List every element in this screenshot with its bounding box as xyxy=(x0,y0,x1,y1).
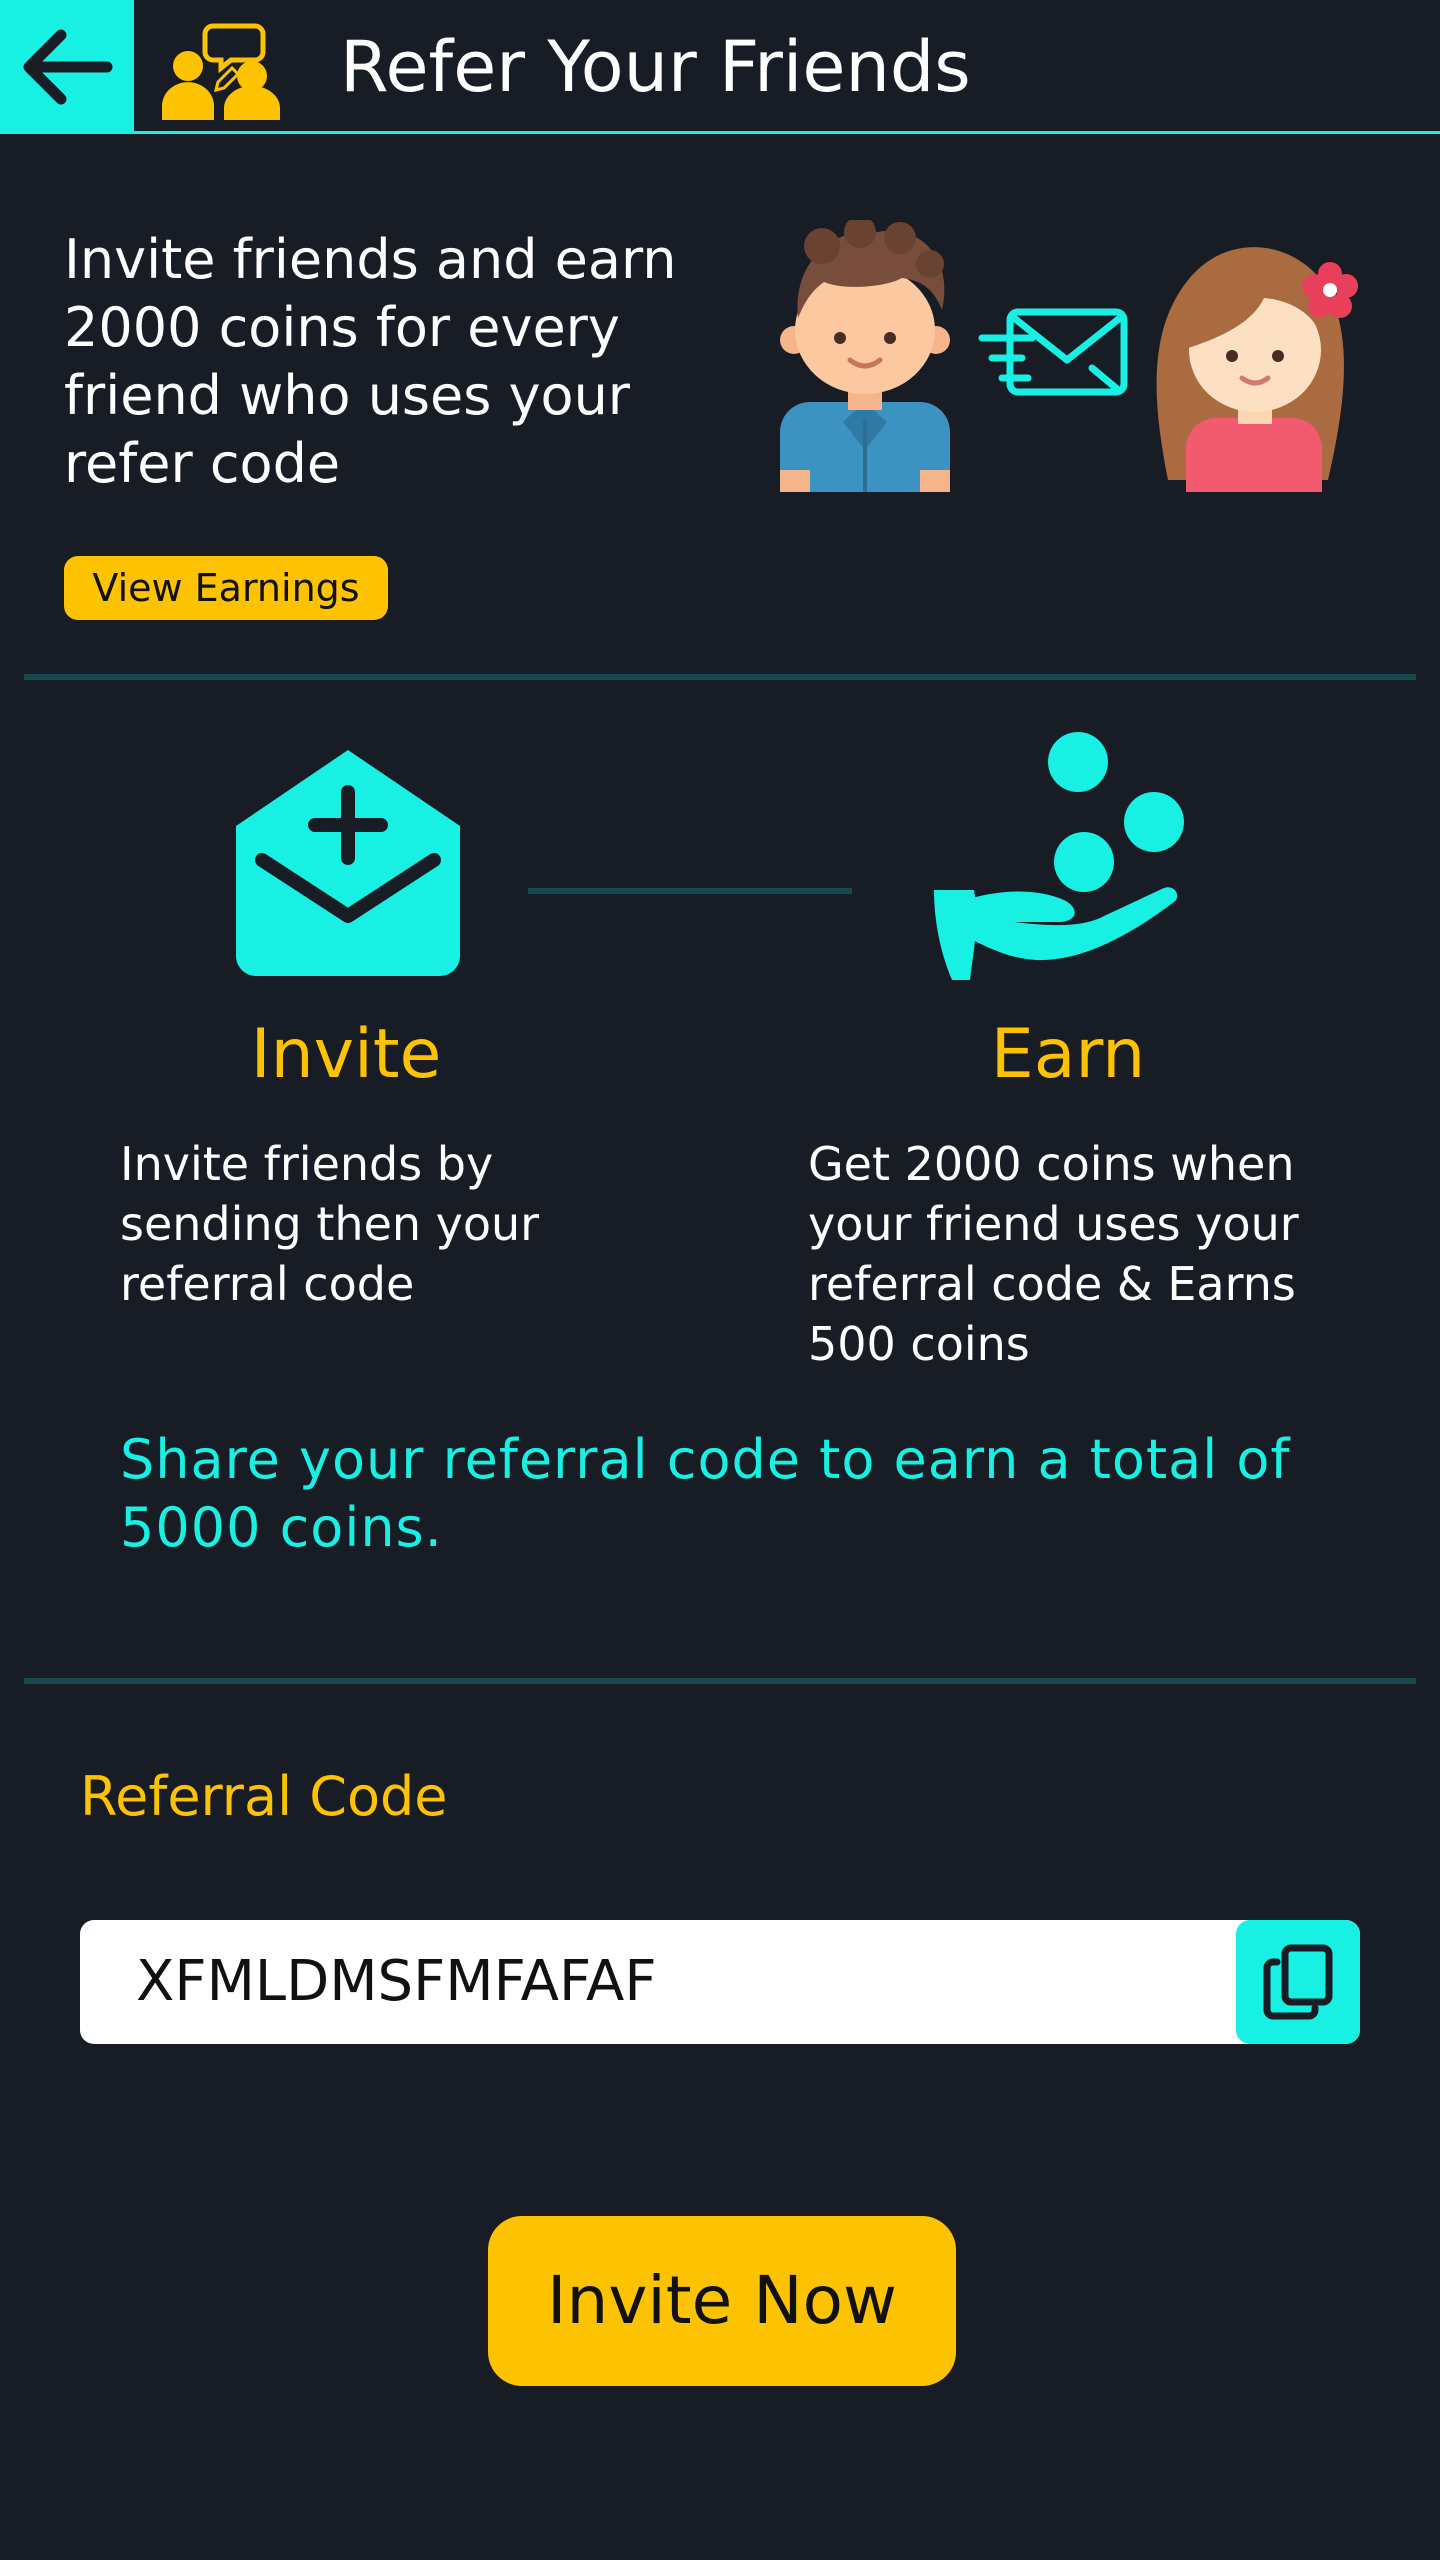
earn-step-description: Get 2000 coins when your friend uses you… xyxy=(808,1137,1299,1371)
friends-sharing-message-illustration xyxy=(780,220,1358,492)
invite-step-title: Invite xyxy=(250,1015,442,1094)
page-title: Refer Your Friends xyxy=(340,26,971,108)
section-divider xyxy=(24,1678,1416,1684)
intro-text: Invite friends and earn 2000 coins for e… xyxy=(64,228,677,495)
invite-now-button[interactable]: Invite Now xyxy=(488,2216,956,2386)
boy-illustration xyxy=(780,220,950,492)
referral-code-value[interactable]: XFMLDMSFMFAFAF xyxy=(136,1920,657,2044)
top-app-bar: Refer Your Friends xyxy=(0,0,1440,134)
message-envelope-illustration xyxy=(978,308,1128,396)
envelope-plus-icon xyxy=(236,750,460,976)
invite-step-description: Invite friends by sending then your refe… xyxy=(120,1137,540,1311)
refer-friends-icon xyxy=(162,23,280,120)
copy-code-button[interactable] xyxy=(1236,1920,1360,2044)
view-earnings-button[interactable]: View Earnings xyxy=(64,556,388,620)
girl-illustration xyxy=(1156,247,1358,492)
hand-coins-icon xyxy=(934,732,1184,980)
back-button[interactable] xyxy=(0,0,134,134)
referral-code-label: Referral Code xyxy=(80,1765,448,1828)
copy-icon xyxy=(1263,1944,1333,2020)
arrow-left-icon xyxy=(23,29,113,105)
steps-connector xyxy=(528,888,852,894)
referral-code-field: XFMLDMSFMFAFAF xyxy=(80,1920,1360,2044)
earn-step-title: Earn xyxy=(990,1015,1146,1094)
share-info-text: Share your referral code to earn a total… xyxy=(120,1428,1291,1559)
section-divider xyxy=(24,674,1416,680)
